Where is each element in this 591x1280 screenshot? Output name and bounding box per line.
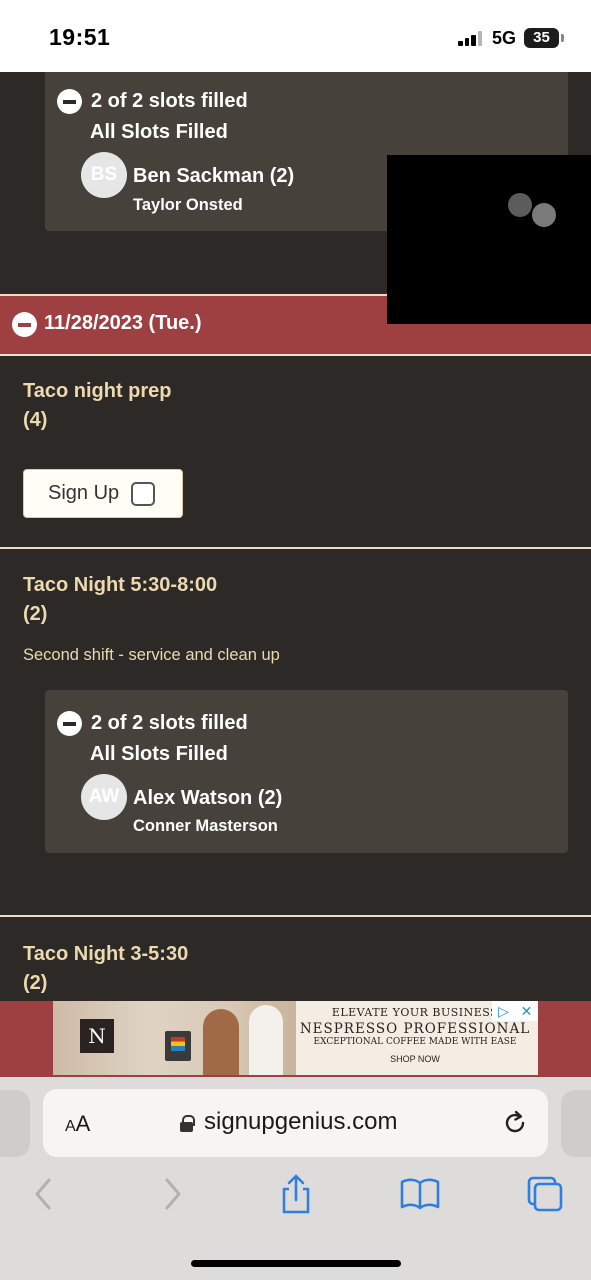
capsules-graphic	[171, 1037, 185, 1051]
url-text: signupgenius.com	[204, 1108, 398, 1135]
item-count: (2)	[23, 603, 48, 625]
browser-toolbar: AA signupgenius.com	[0, 1077, 591, 1280]
volunteer-name: Alex Watson (2)	[133, 787, 283, 809]
volunteer-sub-name: Taylor Onsted	[133, 196, 243, 214]
aa-big: A	[75, 1111, 91, 1136]
ad-cta[interactable]: SHOP NOW	[295, 1054, 535, 1064]
forward-icon[interactable]	[150, 1172, 194, 1216]
video-player-overlay[interactable]	[387, 155, 591, 324]
avatar: AW	[81, 774, 127, 820]
home-indicator[interactable]	[191, 1260, 401, 1267]
previous-tab-peek[interactable]	[0, 1090, 30, 1157]
ad-choices: ▷ ✕	[492, 1001, 538, 1021]
bookmarks-icon[interactable]	[398, 1172, 442, 1216]
item-count: (2)	[23, 972, 48, 994]
reload-icon[interactable]	[501, 1109, 529, 1137]
ad-image: N	[53, 1001, 296, 1075]
item-count: (4)	[23, 409, 48, 431]
item-description: Second shift - service and clean up	[23, 646, 280, 664]
aa-small: A	[65, 1118, 76, 1135]
divider	[0, 354, 591, 356]
back-icon[interactable]	[22, 1172, 66, 1216]
loading-dot-icon	[508, 193, 532, 217]
network-type: 5G	[492, 28, 517, 48]
sign-up-button[interactable]: Sign Up	[23, 469, 183, 518]
lock-icon	[180, 1115, 195, 1132]
divider	[0, 915, 591, 917]
item-title: Taco Night 3-5:30	[23, 943, 189, 965]
sign-up-checkbox[interactable]	[131, 481, 156, 506]
ad-line-2: NESPRESSO PROFESSIONAL	[299, 1021, 531, 1037]
slots-filled-text: 2 of 2 slots filled	[91, 712, 248, 734]
item-title: Taco Night 5:30-8:00	[23, 574, 218, 596]
ad-strip: N ELEVATE YOUR BUSINESS NESPRESSO PROFES…	[0, 1001, 591, 1077]
nespresso-logo: N	[80, 1019, 114, 1053]
ad-line-3: EXCEPTIONAL COFFEE MADE WITH EASE	[313, 1037, 517, 1047]
all-slots-filled-label: All Slots Filled	[90, 743, 228, 765]
volunteer-name: Ben Sackman (2)	[133, 165, 295, 187]
ad-choices-icon[interactable]: ▷	[492, 1001, 515, 1021]
ad-close-icon[interactable]: ✕	[515, 1001, 538, 1021]
status-bar: 19:51 5G 35	[0, 0, 591, 72]
address-bar[interactable]: AA signupgenius.com	[43, 1089, 548, 1157]
date-label: 11/28/2023 (Tue.)	[44, 312, 202, 334]
collapse-icon[interactable]	[12, 312, 37, 337]
battery-cap	[561, 34, 564, 42]
divider	[0, 547, 591, 549]
person-graphic	[203, 1009, 239, 1075]
slot-box: 2 of 2 slots filled All Slots Filled AW …	[45, 690, 568, 853]
slots-filled-toggle[interactable]: 2 of 2 slots filled	[57, 711, 248, 736]
sign-up-label: Sign Up	[48, 482, 120, 504]
tabs-icon[interactable]	[523, 1172, 567, 1216]
status-time: 19:51	[49, 24, 111, 50]
person-graphic	[249, 1005, 283, 1075]
page-content: 2 of 2 slots filled All Slots Filled BS …	[0, 72, 591, 1078]
slots-filled-toggle[interactable]: 2 of 2 slots filled	[57, 89, 248, 114]
collapse-icon[interactable]	[57, 711, 82, 736]
signal-icon	[458, 31, 484, 46]
volunteer-sub-name: Conner Masterson	[133, 817, 278, 835]
slots-filled-text: 2 of 2 slots filled	[91, 90, 248, 112]
item-title: Taco night prep	[23, 380, 172, 402]
ad-banner[interactable]: N ELEVATE YOUR BUSINESS NESPRESSO PROFES…	[53, 1001, 538, 1075]
reader-options-button[interactable]: AA	[65, 1111, 90, 1137]
next-tab-peek[interactable]	[561, 1090, 591, 1157]
battery-icon: 35	[524, 28, 559, 48]
share-icon[interactable]	[274, 1172, 318, 1216]
avatar: BS	[81, 152, 127, 198]
all-slots-filled-label: All Slots Filled	[90, 121, 228, 143]
loading-dot-icon	[532, 203, 556, 227]
collapse-icon[interactable]	[57, 89, 82, 114]
browser-nav-row	[0, 1172, 591, 1222]
